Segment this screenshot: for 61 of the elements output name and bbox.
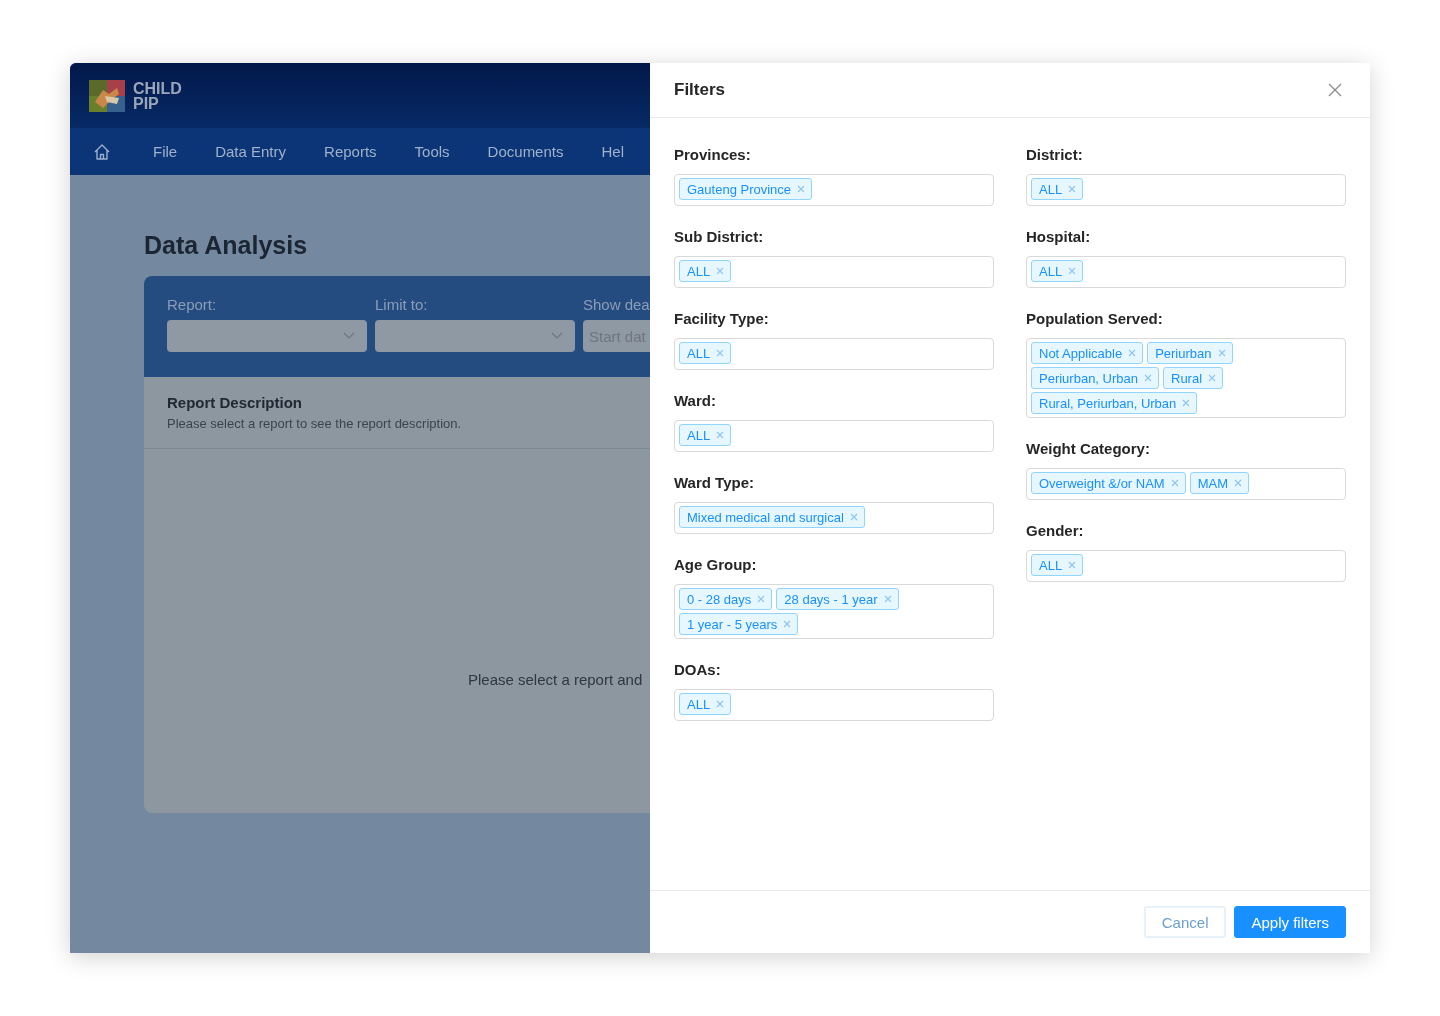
tag-label: 1 year - 5 years (687, 616, 778, 632)
multi-select-field[interactable]: Gauteng Province (674, 174, 994, 206)
tag-label: 28 days - 1 year (784, 591, 878, 607)
field-label: Ward: (674, 391, 717, 411)
tag-label: Gauteng Province (687, 181, 792, 197)
logo-text: CHILD (133, 80, 182, 96)
nav-menu-item[interactable]: Reports (324, 143, 377, 160)
field-label: Hospital: (1026, 227, 1092, 247)
nav-menu-item[interactable]: Data Entry (215, 143, 287, 160)
multi-select-field[interactable]: ALL (1026, 550, 1346, 582)
field-label: Ward Type: (674, 473, 755, 493)
logo-text: PIP (133, 95, 160, 111)
multi-select-field[interactable]: ALL (1026, 174, 1346, 206)
description-text: Please select a report to see the report description. (167, 416, 463, 431)
field-label: Show dea (583, 296, 650, 313)
multi-select-field[interactable]: ALL (1026, 256, 1346, 288)
nav-menu-item[interactable]: Tools (414, 143, 450, 160)
field-label: DOAs: (674, 660, 722, 680)
field-label: Report: (167, 296, 218, 313)
drawer-title: Filters (674, 80, 726, 100)
multi-select-field[interactable]: ALL (674, 420, 994, 452)
field-label: Weight Category: (1026, 439, 1151, 459)
apply-button[interactable]: Apply filters (1234, 906, 1346, 938)
multi-select-field[interactable]: Overweight &/or NAM MAM (1026, 468, 1346, 500)
multi-select-field[interactable]: ALL (674, 689, 994, 721)
tag-label: ALL (1039, 557, 1063, 573)
cancel-button[interactable]: Cancel (1143, 906, 1227, 938)
field-label: Population Served: (1026, 309, 1164, 329)
tag-label: Periurban, Urban (1039, 370, 1138, 386)
tag-label: 0 - 28 days (687, 591, 752, 607)
field-label: District: (1026, 145, 1084, 165)
field-label: Facility Type: (674, 309, 770, 329)
tag-label: Not Applicable (1039, 345, 1123, 361)
tag-label: ALL (687, 345, 711, 361)
empty-message: Please select a report and (468, 671, 643, 688)
tag-label: ALL (687, 696, 711, 712)
multi-select-field[interactable]: Not Applicable Periurban Periurban, Urban Rural Rural, Periurban, Urban (1026, 338, 1346, 418)
tag-label: Rural (1171, 370, 1203, 386)
tag-label: ALL (1039, 263, 1063, 279)
tag-label: MAM (1197, 475, 1229, 491)
tag-label: Overweight &/or NAM (1039, 475, 1165, 491)
tag-label: ALL (687, 427, 711, 443)
multi-select-field[interactable]: 0 - 28 days 28 days - 1 year 1 year - 5 years (674, 584, 994, 639)
page-title: Data Analysis (144, 231, 309, 260)
tag-label: Mixed medical and surgical (687, 509, 844, 525)
tag-label: ALL (1039, 181, 1063, 197)
nav-menu-item[interactable]: Documents (487, 143, 564, 160)
field-label: Limit to: (375, 296, 429, 313)
multi-select-field[interactable]: ALL (674, 338, 994, 370)
section-title: Report Description (167, 394, 303, 411)
field-label: Gender: (1026, 521, 1085, 541)
nav-menu-item[interactable]: Hel (601, 143, 624, 160)
field-label: Age Group: (674, 555, 758, 575)
tag-label: Periurban (1155, 345, 1212, 361)
field-label: Provinces: (674, 145, 752, 165)
multi-select-field[interactable]: ALL (674, 256, 994, 288)
field-label: Sub District: (674, 227, 765, 247)
multi-select-field[interactable]: Mixed medical and surgical (674, 502, 994, 534)
tag-label: Rural, Periurban, Urban (1039, 395, 1177, 411)
tag-label: ALL (687, 263, 711, 279)
nav-menu-item[interactable]: File (153, 143, 178, 160)
